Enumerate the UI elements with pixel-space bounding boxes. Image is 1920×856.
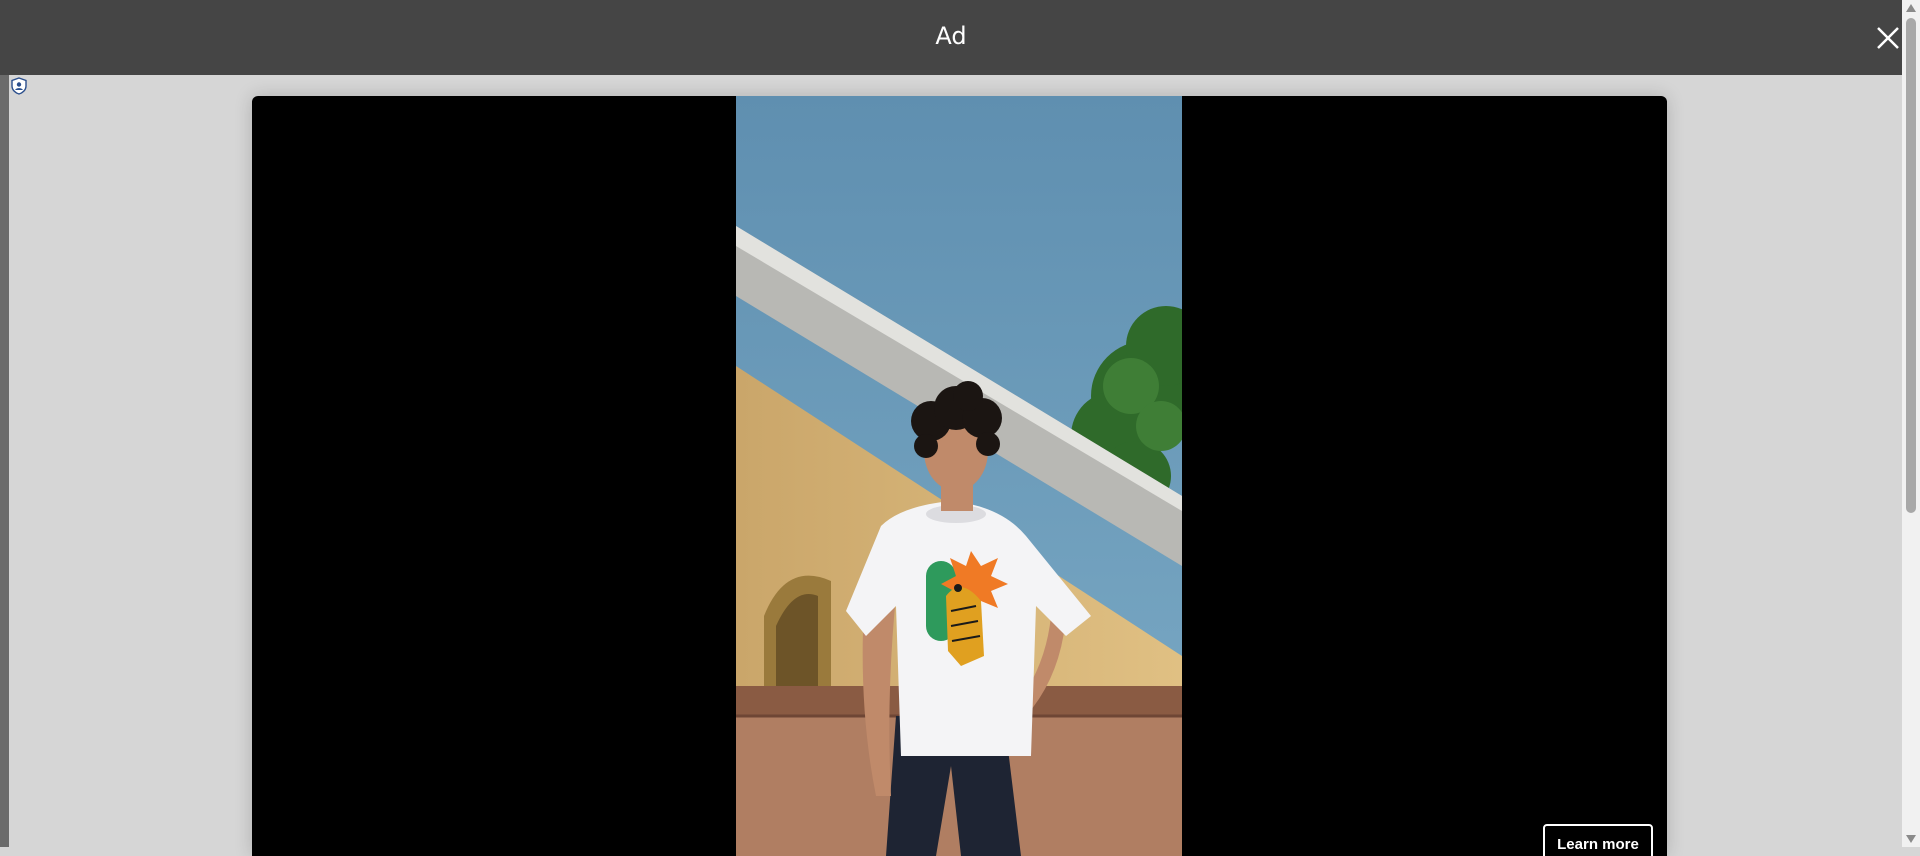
close-button[interactable] (1874, 20, 1902, 52)
ad-header-bar: Ad (0, 0, 1902, 75)
ad-container[interactable]: Learn more (252, 96, 1667, 856)
shield-user-icon[interactable] (10, 77, 28, 95)
ad-photo[interactable] (736, 96, 1182, 856)
arrow-up-icon[interactable] (1905, 2, 1917, 14)
left-edge-strip (0, 75, 9, 847)
ad-title: Ad (935, 22, 967, 50)
close-icon (1877, 27, 1899, 49)
scrollbar-thumb[interactable] (1906, 18, 1916, 513)
vertical-scrollbar[interactable] (1902, 0, 1920, 847)
learn-more-button[interactable]: Learn more (1543, 824, 1653, 856)
arrow-down-icon[interactable] (1905, 833, 1917, 845)
